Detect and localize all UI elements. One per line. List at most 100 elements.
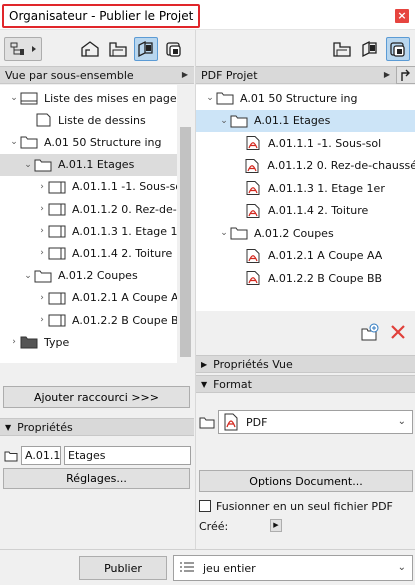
tree-item[interactable]: › Type [0, 331, 194, 353]
expand-chevron-down-icon[interactable]: ⌄ [8, 137, 20, 147]
tree-item[interactable]: › A.01.1.1 -1. Sous-sol [0, 176, 194, 198]
up-level-button[interactable] [396, 66, 415, 84]
tree-item[interactable]: A.01.2.2 B Coupe BB [196, 267, 415, 289]
tree-item[interactable]: A.01.1.2 0. Rez-de-chaussée [196, 155, 415, 177]
expand-chevron-down-icon[interactable]: ⌄ [218, 228, 230, 238]
pdf-icon [246, 248, 260, 263]
triangle-down-icon: ▼ [5, 422, 12, 432]
publisher-icon [390, 42, 405, 57]
tree-item-label: A.01.1.4 2. Toiture [268, 204, 369, 217]
pdf-icon [246, 136, 260, 150]
tree-item[interactable]: › A.01.1.4 2. Toiture [0, 242, 194, 264]
tree-item[interactable]: A.01.2.1 A Coupe AA [196, 245, 415, 267]
expand-chevron-down-icon[interactable]: ⌄ [218, 116, 230, 126]
properties-id-field[interactable]: A.01.1 [21, 446, 61, 465]
folder-icon [34, 159, 52, 172]
publisher-set-selector[interactable]: PDF Projet ▶ [196, 66, 396, 84]
layout-icon [48, 314, 66, 327]
tree-item[interactable]: › A.01.1.3 1. Etage 1er [0, 220, 194, 242]
delete-button[interactable] [389, 323, 407, 341]
tree-add-icon [10, 42, 36, 55]
tree-item[interactable]: ⌄ A.01 50 Structure ing [196, 87, 415, 109]
format-header[interactable]: ▼ Format [196, 375, 415, 393]
tree-item[interactable]: ⌄ A.01 50 Structure ing [0, 131, 194, 153]
expand-chevron-down-icon[interactable]: ⌄ [8, 93, 20, 103]
scroll-thumb[interactable] [180, 127, 191, 357]
tree-item-label: A.01.1.3 1. Etage 1er [72, 224, 189, 238]
layout-book-tab[interactable] [358, 37, 382, 61]
pdf-icon [224, 413, 238, 431]
window-title: Organisateur - Publier le Projet [2, 4, 201, 28]
tree-item[interactable]: A.01.1.1 -1. Sous-sol [196, 132, 415, 154]
layout-book-icon [138, 40, 153, 58]
expand-chevron-right-icon[interactable]: › [36, 182, 48, 192]
triangle-right-icon: ▶ [201, 359, 208, 369]
house-icon [81, 41, 99, 57]
created-row: Créé: [199, 518, 228, 534]
tree-item[interactable]: ⌄ Liste des mises en page [0, 87, 194, 109]
expand-chevron-right-icon[interactable]: › [36, 204, 48, 214]
tree-item[interactable]: › A.01.1.2 0. Rez-de-ch [0, 198, 194, 220]
list-icon [180, 562, 194, 572]
layout-book-tab[interactable] [134, 37, 158, 61]
new-subset-button[interactable] [360, 323, 380, 343]
left-tree-scrollbar[interactable] [177, 85, 194, 363]
created-expand-button[interactable]: ▶ [270, 519, 282, 532]
publish-button[interactable]: Publier [79, 556, 167, 580]
expand-chevron-down-icon[interactable]: ⌄ [204, 93, 216, 103]
publish-scope-dropdown[interactable]: jeu entier ⌄ [173, 555, 413, 581]
properties-section-header[interactable]: ▼ Propriétés [0, 418, 194, 436]
tree-item-label: A.01.2.1 A Coupe AA [268, 249, 383, 262]
tree-item-label: A.01.2.1 A Coupe AA [72, 291, 187, 305]
tree-item-label: A.01 50 Structure ing [44, 135, 162, 149]
pdf-icon [245, 158, 259, 173]
project-map-tab[interactable] [78, 37, 102, 61]
add-shortcut-button[interactable]: Ajouter raccourci >>> [3, 386, 190, 408]
layout-icon [48, 203, 66, 216]
view-properties-header[interactable]: ▶ Propriétés Vue [196, 355, 415, 373]
chevron-down-icon: ⌄ [397, 416, 406, 427]
view-selector[interactable]: Vue par sous-ensemble ▶ [0, 66, 194, 84]
view-map-tab[interactable] [106, 37, 130, 61]
left-panel: Vue par sous-ensemble ▶ ⌄ Liste des mises… [0, 30, 194, 549]
tree-item-label: A.01 50 Structure ing [240, 91, 358, 105]
view-map-tab[interactable] [330, 37, 354, 61]
expand-chevron-right-icon[interactable]: › [36, 226, 48, 236]
tree-item[interactable]: A.01.1.4 2. Toiture [196, 200, 415, 222]
publisher-sets-tab[interactable] [162, 37, 186, 61]
tree-item[interactable]: › A.01.2.2 B Coupe BB [0, 309, 194, 331]
right-panel: PDF Projet ▶ ⌄ A.01 50 Structure ing ⌄ A.01… [195, 30, 415, 549]
pdf-icon [246, 271, 260, 285]
tree-item[interactable]: ⌄ A.01.2 Coupes [196, 222, 415, 244]
new-item-dropdown-button[interactable] [4, 37, 42, 61]
publisher-set-label: PDF Projet [201, 68, 258, 82]
tree-item[interactable]: ⌄ A.01.2 Coupes [0, 265, 194, 287]
expand-chevron-right-icon[interactable]: › [8, 337, 20, 347]
expand-chevron-right-icon[interactable]: › [36, 293, 48, 303]
expand-chevron-right-icon[interactable]: › [36, 315, 48, 325]
view-selector-label: Vue par sous-ensemble [5, 68, 134, 82]
tree-item-label: A.01.1.2 0. Rez-de-chaussée [267, 159, 415, 172]
layout-icon [48, 181, 66, 194]
folder-icon [20, 136, 38, 149]
settings-button[interactable]: Réglages... [3, 468, 190, 489]
view-map-icon [109, 42, 127, 57]
up-arrow-icon [401, 69, 410, 81]
document-options-button[interactable]: Options Document... [199, 470, 413, 492]
format-dropdown[interactable]: PDF ⌄ [218, 410, 413, 434]
close-button[interactable]: × [395, 9, 409, 23]
publisher-sets-tab[interactable] [386, 37, 410, 61]
expand-chevron-down-icon[interactable]: ⌄ [22, 271, 34, 281]
merge-pdf-checkbox[interactable] [199, 500, 211, 512]
expand-chevron-down-icon[interactable]: ⌄ [22, 160, 34, 170]
properties-name-field[interactable]: Etages [64, 446, 191, 465]
merge-pdf-option[interactable]: Fusionner en un seul fichier PDF [199, 498, 413, 514]
tree-item-label: A.01.1 Etages [58, 158, 135, 172]
tree-item[interactable]: › A.01.2.1 A Coupe AA [0, 287, 194, 309]
tree-item[interactable]: Liste de dessins [0, 109, 194, 131]
layout-book-icon [362, 40, 377, 58]
tree-item[interactable]: ⌄ A.01.1 Etages [0, 153, 194, 176]
tree-item[interactable]: A.01.1.3 1. Etage 1er [196, 177, 415, 199]
tree-item[interactable]: ⌄ A.01.1 Etages [196, 109, 415, 132]
expand-chevron-right-icon[interactable]: › [36, 248, 48, 258]
